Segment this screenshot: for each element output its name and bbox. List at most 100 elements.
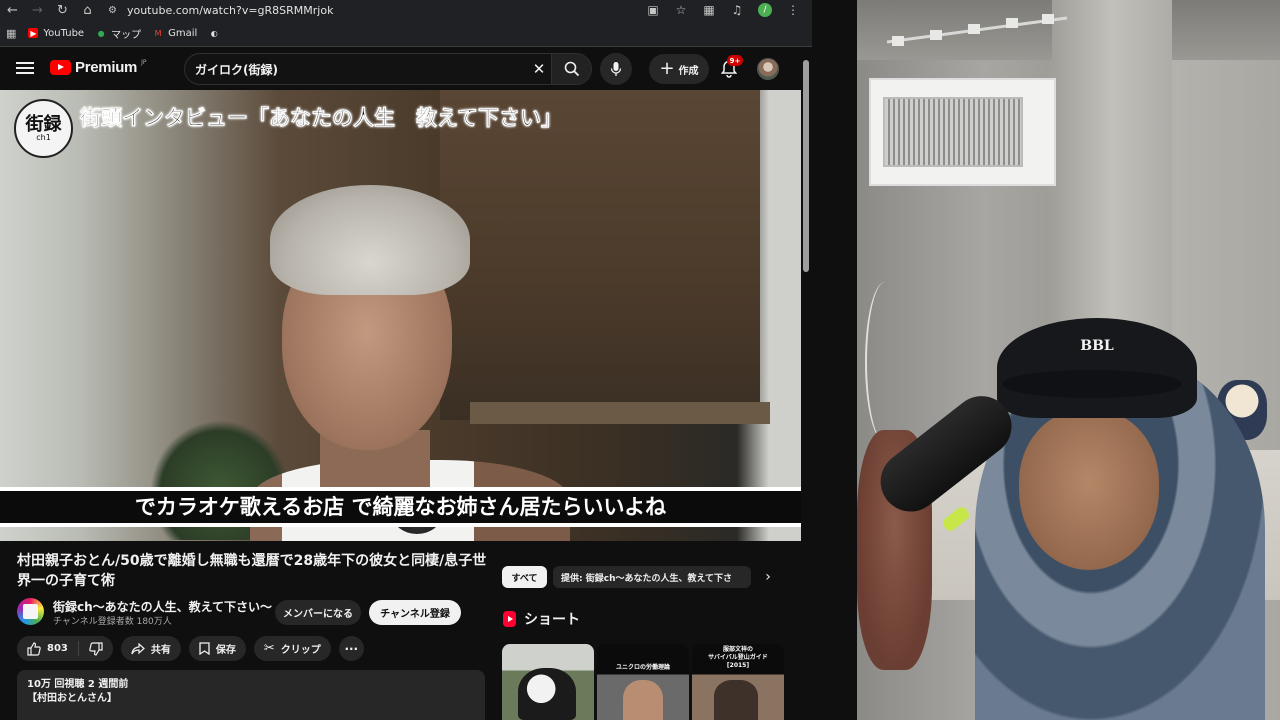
voice-search-button[interactable] bbox=[600, 53, 632, 85]
search-button[interactable] bbox=[551, 54, 591, 84]
plus-icon: + bbox=[659, 57, 675, 79]
globe-icon: ◐ bbox=[210, 28, 218, 38]
webcam-vent-grill bbox=[883, 97, 1023, 167]
screen: ← → ↻ ⌂ ⚙ youtube.com/watch?v=gR8SRMMrjo… bbox=[0, 0, 1280, 720]
profile-button[interactable]: / bbox=[752, 0, 778, 20]
join-membership-button[interactable]: メンバーになる bbox=[275, 600, 361, 625]
watermark-main: 街録 bbox=[25, 113, 62, 135]
browser-menu-icon[interactable]: ⋮ bbox=[780, 0, 806, 20]
like-dislike-group: 803 bbox=[17, 636, 113, 661]
channel-watermark-logo: 街録 ch1 bbox=[14, 99, 73, 158]
shorts-icon bbox=[503, 611, 516, 627]
more-actions-icon[interactable]: ··· bbox=[338, 636, 364, 661]
shorts-section-header: ショート bbox=[503, 609, 580, 629]
create-label: 作成 bbox=[678, 65, 699, 77]
search-input[interactable]: ガイロク(街録) bbox=[195, 61, 278, 78]
logo-text: Premium bbox=[75, 59, 138, 76]
scrollbar-thumb[interactable] bbox=[803, 60, 809, 272]
url-field[interactable]: ⚙ youtube.com/watch?v=gR8SRMMrjok bbox=[108, 0, 636, 20]
short-thumbnail[interactable] bbox=[502, 644, 594, 720]
video-subtitle: でカラオケ歌えるお店 で綺麗なお姉さん居たらいいよね bbox=[134, 495, 667, 519]
reload-button[interactable]: ↻ bbox=[50, 0, 75, 20]
video-frame-background bbox=[440, 90, 760, 420]
search-icon bbox=[564, 61, 579, 77]
extensions-icon[interactable]: ▦ bbox=[696, 0, 722, 20]
browser-window: ← → ↻ ⌂ ⚙ youtube.com/watch?v=gR8SRMMrjo… bbox=[0, 0, 812, 720]
subscribe-button[interactable]: チャンネル登録 bbox=[369, 600, 461, 625]
menu-icon[interactable] bbox=[16, 59, 34, 77]
webcam-lamp-arc bbox=[865, 282, 905, 442]
youtube-icon: ▶ bbox=[28, 28, 39, 38]
microphone-icon bbox=[610, 62, 622, 76]
forward-button[interactable]: → bbox=[25, 0, 50, 20]
toolbar-right: ▣ ☆ ▦ ♫ / ⋮ bbox=[640, 0, 806, 20]
bookmark-icon bbox=[199, 642, 210, 655]
webcam-cap bbox=[997, 318, 1197, 418]
description-text: 【村田おとんさん】 bbox=[27, 693, 117, 704]
apps-grid-icon[interactable]: ▦ bbox=[6, 27, 16, 40]
chip-all[interactable]: すべて bbox=[502, 566, 547, 588]
share-arrow-icon bbox=[131, 642, 145, 654]
thumbs-up-icon bbox=[27, 641, 41, 656]
action-bar: 803 共有 保存 ✂ クリップ ··· bbox=[17, 636, 364, 661]
view-count-date: 10万 回視聴 2 週間前 bbox=[27, 679, 129, 690]
video-frame-hair bbox=[270, 185, 470, 295]
create-button[interactable]: + 作成 bbox=[649, 54, 709, 84]
save-label: 保存 bbox=[215, 645, 236, 656]
share-button[interactable]: 共有 bbox=[120, 636, 181, 661]
maps-icon: ● bbox=[97, 28, 105, 38]
bookmark-star-icon[interactable]: ☆ bbox=[668, 0, 694, 20]
video-player[interactable]: 街録 ch1 街頭インタビュー「あなたの人生 教えて下さい」 でカラオケ歌えるお… bbox=[0, 90, 801, 541]
webcam-track-lights bbox=[882, 8, 1072, 48]
save-button[interactable]: 保存 bbox=[188, 636, 246, 661]
webcam-face bbox=[1019, 410, 1159, 570]
youtube-premium-logo[interactable]: Premium JP bbox=[50, 59, 146, 76]
watermark-sub: ch1 bbox=[36, 132, 51, 142]
description-box[interactable]: 10万 回視聴 2 週間前 【村田おとんさん】 bbox=[17, 670, 485, 720]
video-title: 村田親子おとん/50歳で離婚し無職も還暦で28歳年下の彼女と同棲/息子世界一の子… bbox=[17, 553, 487, 589]
webcam-cap-bill bbox=[1002, 370, 1182, 398]
bookmark-youtube[interactable]: ▶ YouTube bbox=[28, 28, 84, 39]
webcam-cap-logo: BBL bbox=[1080, 338, 1114, 354]
video-frame-table bbox=[470, 402, 770, 424]
home-button[interactable]: ⌂ bbox=[75, 0, 100, 20]
media-control-icon[interactable]: ♫ bbox=[724, 0, 750, 20]
bookmark-gmail[interactable]: M Gmail bbox=[153, 27, 198, 39]
site-info-icon[interactable]: ⚙ bbox=[108, 5, 117, 16]
notification-badge: 9+ bbox=[727, 55, 743, 66]
account-avatar[interactable] bbox=[757, 58, 779, 80]
profile-avatar: / bbox=[758, 3, 772, 17]
chip-provider[interactable]: 提供: 街録ch〜あなたの人生、教えて下さ bbox=[553, 566, 751, 588]
clear-search-icon[interactable]: ✕ bbox=[529, 59, 549, 79]
webcam-overlay: BBL bbox=[857, 0, 1280, 720]
search-box[interactable]: ガイロク(街録) ✕ bbox=[184, 53, 592, 85]
channel-name[interactable]: 街録ch〜あなたの人生、教えて下さい〜 bbox=[53, 598, 272, 615]
like-button[interactable]: 803 bbox=[17, 636, 78, 661]
bookmark-globe[interactable]: ◐ bbox=[209, 28, 219, 38]
like-count: 803 bbox=[47, 643, 68, 654]
short-thumbnail[interactable]: ユニクロの労働理論 bbox=[597, 644, 689, 720]
install-app-icon[interactable]: ▣ bbox=[640, 0, 666, 20]
short-image-person bbox=[714, 680, 758, 720]
short-image-face bbox=[623, 680, 663, 720]
shorts-title: ショート bbox=[524, 612, 580, 628]
dislike-button[interactable] bbox=[78, 636, 113, 661]
share-label: 共有 bbox=[150, 645, 171, 656]
subscriber-count: チャンネル登録者数 180万人 bbox=[53, 617, 172, 627]
scissors-icon: ✂ bbox=[263, 641, 275, 656]
youtube-header: Premium JP ガイロク(街録) ✕ + 作成 bbox=[0, 48, 812, 90]
short-caption: 服部文祥の サバイバル登山ガイド [2015] bbox=[708, 646, 768, 669]
url-text: youtube.com/watch?v=gR8SRMMrjok bbox=[126, 3, 334, 17]
clip-button[interactable]: ✂ クリップ bbox=[253, 636, 331, 661]
bookmark-maps[interactable]: ● マップ bbox=[96, 26, 142, 41]
channel-avatar[interactable] bbox=[17, 598, 44, 625]
chevron-right-icon[interactable]: › bbox=[758, 566, 778, 588]
bookmark-label: YouTube bbox=[43, 27, 85, 39]
short-thumbnail[interactable]: 服部文祥の サバイバル登山ガイド [2015] bbox=[692, 644, 784, 720]
bookmark-label: Gmail bbox=[168, 27, 198, 39]
logo-region: JP bbox=[141, 59, 147, 66]
clip-label: クリップ bbox=[280, 645, 321, 656]
address-bar: ← → ↻ ⌂ ⚙ youtube.com/watch?v=gR8SRMMrjo… bbox=[0, 0, 812, 20]
back-button[interactable]: ← bbox=[0, 0, 25, 20]
gmail-icon: M bbox=[154, 28, 162, 38]
